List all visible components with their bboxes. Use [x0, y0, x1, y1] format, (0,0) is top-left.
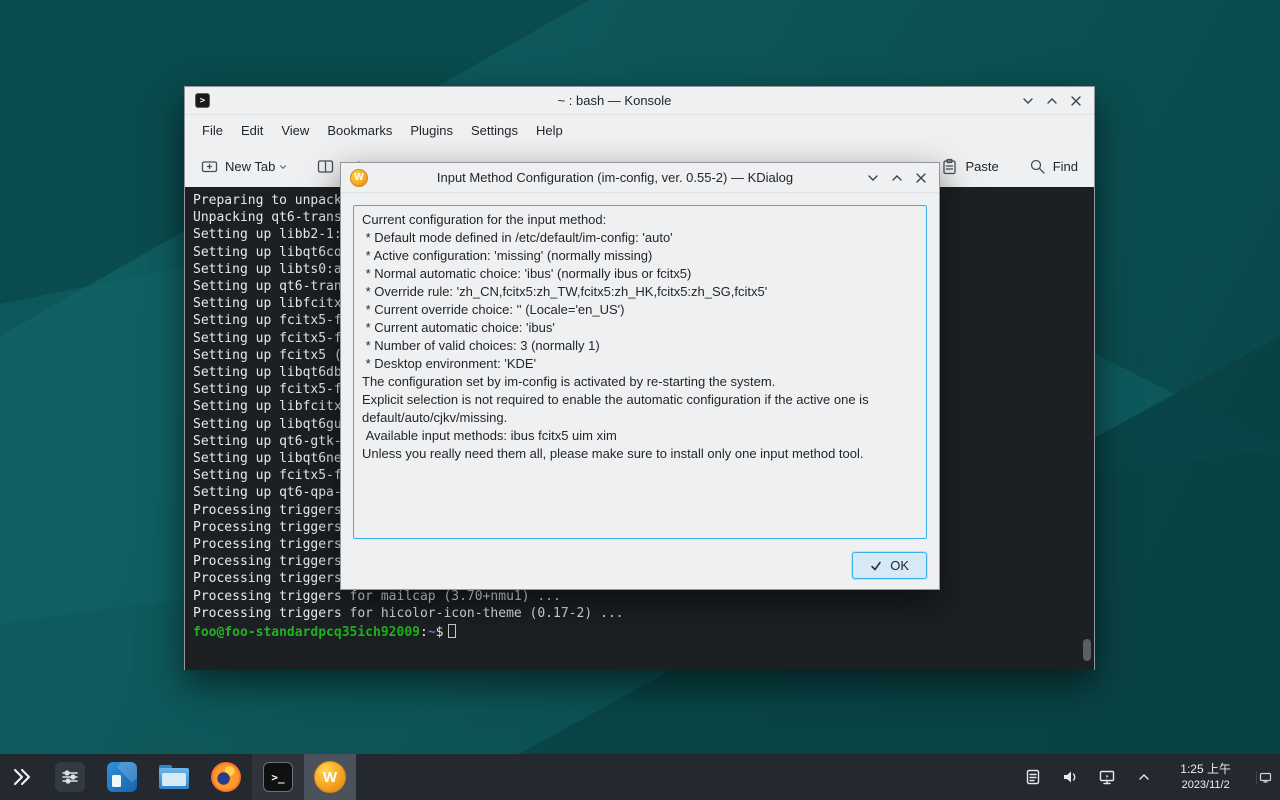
- scrollbar-thumb[interactable]: [1083, 639, 1091, 661]
- desktop: > ~ : bash — Konsole FileEditViewBookmar…: [0, 0, 1280, 800]
- firefox-icon: [211, 762, 241, 792]
- message-line: * Active configuration: 'missing' (norma…: [362, 247, 918, 265]
- close-button[interactable]: [909, 166, 933, 190]
- terminal-prompt: foo@foo-standardpcq35ich92009:~$: [193, 622, 1094, 641]
- message-line: Current configuration for the input meth…: [362, 211, 918, 229]
- menu-item[interactable]: Plugins: [401, 119, 462, 142]
- paste-button[interactable]: Paste: [941, 158, 998, 175]
- terminal-line: Processing triggers for hicolor-icon-the…: [193, 605, 1094, 622]
- find-label: Find: [1053, 159, 1078, 174]
- menu-item[interactable]: Help: [527, 119, 572, 142]
- expand-tray-chevron-icon[interactable]: [1133, 766, 1155, 788]
- task-dolphin[interactable]: [148, 754, 200, 800]
- message-line: Explicit selection is not required to en…: [362, 391, 918, 427]
- task-sliders-app[interactable]: [44, 754, 96, 800]
- dolphin-folder-icon: [159, 765, 189, 789]
- message-line: * Desktop environment: 'KDE': [362, 355, 918, 373]
- paste-label: Paste: [965, 159, 998, 174]
- maximize-button[interactable]: [1040, 89, 1064, 113]
- task-konsole[interactable]: >_: [252, 754, 304, 800]
- terminal-scrollbar[interactable]: [1082, 190, 1092, 667]
- new-tab-button[interactable]: New Tab: [201, 158, 287, 175]
- clock-date: 2023/11/2: [1182, 778, 1230, 792]
- checkmark-icon: [870, 560, 882, 572]
- close-button[interactable]: [1064, 89, 1088, 113]
- prompt-colon: :: [420, 625, 428, 640]
- konsole-icon: >_: [263, 762, 293, 792]
- message-line: * Default mode defined in /etc/default/i…: [362, 229, 918, 247]
- menu-item[interactable]: File: [193, 119, 232, 142]
- kdialog-body: Current configuration for the input meth…: [341, 193, 939, 539]
- system-tray: 1:25 上午 2023/11/2: [1022, 754, 1280, 800]
- notifications-icon[interactable]: [1022, 766, 1044, 788]
- message-line: The configuration set by im-config is ac…: [362, 373, 918, 391]
- chevron-down-icon: [282, 159, 287, 174]
- blue-app-icon: [107, 762, 137, 792]
- menu-item[interactable]: Bookmarks: [318, 119, 401, 142]
- message-text-area[interactable]: Current configuration for the input meth…: [353, 205, 927, 539]
- konsole-window-title: ~ : bash — Konsole: [225, 93, 1004, 108]
- message-line: * Current automatic choice: 'ibus': [362, 319, 918, 337]
- window-controls: [861, 166, 939, 190]
- ok-button[interactable]: OK: [852, 552, 927, 579]
- find-button[interactable]: Find: [1029, 158, 1078, 175]
- prompt-dollar: $: [436, 625, 444, 640]
- kdialog-window-title: Input Method Configuration (im-config, v…: [381, 170, 849, 185]
- menu-item[interactable]: View: [272, 119, 318, 142]
- message-line: * Override rule: 'zh_CN,fcitx5:zh_TW,fci…: [362, 283, 918, 301]
- minimize-button[interactable]: [1016, 89, 1040, 113]
- ok-label: OK: [890, 558, 909, 573]
- task-firefox[interactable]: [200, 754, 252, 800]
- show-desktop-button[interactable]: [1256, 771, 1274, 784]
- prompt-path: ~: [428, 625, 436, 640]
- kdialog-titlebar[interactable]: W Input Method Configuration (im-config,…: [341, 163, 939, 193]
- menu-item[interactable]: Edit: [232, 119, 272, 142]
- sliders-app-icon: [55, 762, 85, 792]
- volume-icon[interactable]: [1059, 766, 1081, 788]
- message-line: * Number of valid choices: 3 (normally 1…: [362, 337, 918, 355]
- kdialog-app-icon: W: [350, 169, 368, 187]
- new-tab-label: New Tab: [225, 159, 275, 174]
- maximize-button[interactable]: [885, 166, 909, 190]
- message-line: * Current override choice: '' (Locale='e…: [362, 301, 918, 319]
- kdialog-footer: OK: [341, 539, 939, 591]
- task-kdialog[interactable]: W: [304, 754, 356, 800]
- toolbar-right-group: Paste Find: [941, 158, 1078, 175]
- konsole-menubar: FileEditViewBookmarksPluginsSettingsHelp: [185, 115, 1094, 145]
- prompt-user-host: foo@foo-standardpcq35ich92009: [193, 625, 420, 640]
- menu-item[interactable]: Settings: [462, 119, 527, 142]
- kdialog-w-icon: W: [314, 761, 346, 793]
- minimize-button[interactable]: [861, 166, 885, 190]
- show-desktop-icon: [1259, 771, 1272, 784]
- clock-time: 1:25 上午: [1180, 762, 1231, 778]
- kde-launcher-icon: [10, 765, 34, 789]
- message-line: Available input methods: ibus fcitx5 uim…: [362, 427, 918, 445]
- window-controls: [1016, 89, 1094, 113]
- kdialog-window: W Input Method Configuration (im-config,…: [340, 162, 940, 590]
- message-line: Unless you really need them all, please …: [362, 445, 918, 463]
- digital-clock[interactable]: 1:25 上午 2023/11/2: [1170, 762, 1241, 792]
- display-icon[interactable]: [1096, 766, 1118, 788]
- app-launcher-button[interactable]: [0, 754, 44, 800]
- task-blue-app[interactable]: [96, 754, 148, 800]
- konsole-app-icon: >: [195, 93, 210, 108]
- terminal-cursor: [448, 624, 456, 638]
- taskbar: >_ W 1:25 上午 2023/11/2: [0, 754, 1280, 800]
- konsole-titlebar[interactable]: > ~ : bash — Konsole: [185, 87, 1094, 115]
- message-line: * Normal automatic choice: 'ibus' (norma…: [362, 265, 918, 283]
